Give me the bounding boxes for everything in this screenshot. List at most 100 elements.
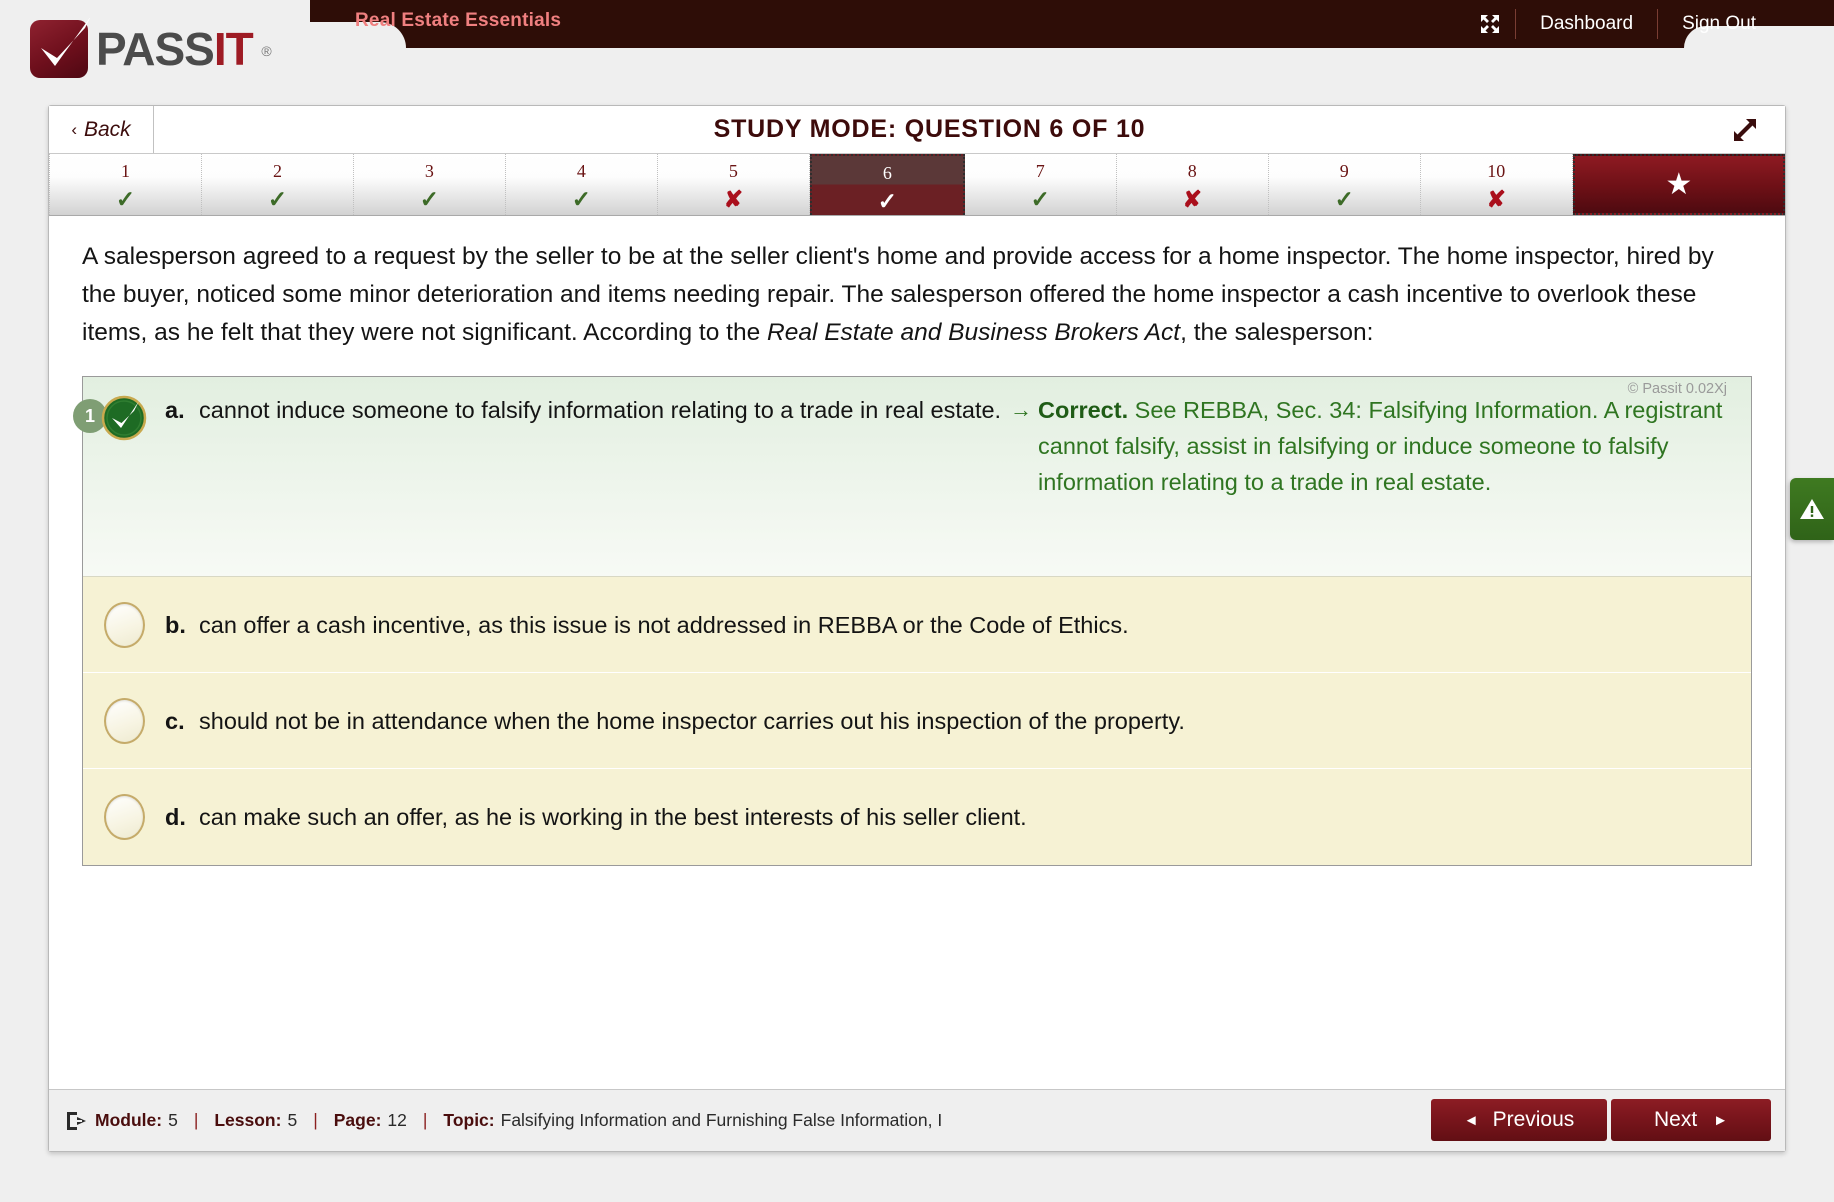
question-tab-5[interactable]: 5 ✘ <box>658 154 810 215</box>
passit-logo[interactable]: PASSIT® <box>30 20 253 78</box>
option-d-letter: d. <box>165 799 199 835</box>
previous-label: Previous <box>1493 1108 1575 1132</box>
panel-footer: Module: 5 | Lesson: 5 | Page: 12 | Topic… <box>49 1089 1785 1151</box>
tab-number: 9 <box>1340 159 1349 183</box>
dashboard-link[interactable]: Dashboard <box>1518 0 1655 48</box>
next-label: Next <box>1654 1108 1697 1132</box>
tab-number: 1 <box>121 159 130 183</box>
option-d-text: can make such an offer, as he is working… <box>199 799 1735 835</box>
question-tab-8[interactable]: 8 ✘ <box>1117 154 1269 215</box>
feedback-text: See REBBA, Sec. 34: Falsifying Informati… <box>1038 397 1722 495</box>
footer-separator-3: | <box>423 1110 428 1131</box>
topic-value: Falsifying Information and Furnishing Fa… <box>501 1110 943 1131</box>
page-label: Page: <box>334 1110 382 1131</box>
page-title: STUDY MODE: QUESTION 6 OF 10 <box>154 115 1705 144</box>
option-a-selected-correct-icon[interactable] <box>101 395 147 441</box>
previous-button[interactable]: ◄ Previous <box>1431 1099 1607 1141</box>
question-tab-10[interactable]: 10 ✘ <box>1421 154 1573 215</box>
footer-metadata: Module: 5 | Lesson: 5 | Page: 12 | Topic… <box>95 1110 942 1131</box>
next-button[interactable]: Next ► <box>1611 1099 1771 1141</box>
module-label: Module: <box>95 1110 162 1131</box>
logo-text-it: IT <box>214 23 253 75</box>
top-navigation-bar: Real Estate Essentials Dashboard Sign Ou… <box>0 0 1834 48</box>
question-tab-1[interactable]: 1 ✓ <box>49 154 202 215</box>
question-tab-9[interactable]: 9 ✓ <box>1269 154 1421 215</box>
tab-status-icon: ✓ <box>420 184 439 214</box>
logo-text-pass: PASS <box>96 23 214 75</box>
option-c-letter: c. <box>165 703 199 739</box>
answer-options-list: 1 <box>82 376 1752 866</box>
navigation-buttons: ◄ Previous Next ► <box>1431 1099 1771 1141</box>
feedback-body: Correct. See REBBA, Sec. 34: Falsifying … <box>1038 392 1727 500</box>
logo-registered-mark: ® <box>261 22 270 80</box>
tab-number: 8 <box>1188 159 1197 183</box>
study-panel: ‹ Back STUDY MODE: QUESTION 6 OF 10 1 ✓ … <box>48 105 1786 1152</box>
back-chevron-icon: ‹ <box>71 120 77 140</box>
question-text-italic: Real Estate and Business Brokers Act <box>767 319 1180 346</box>
correct-feedback: → Correct. See REBBA, Sec. 34: Falsifyin… <box>1010 392 1727 500</box>
answer-option-d[interactable]: d. can make such an offer, as he is work… <box>83 769 1751 865</box>
answer-option-c[interactable]: c. should not be in attendance when the … <box>83 673 1751 769</box>
answer-option-b[interactable]: b. can offer a cash incentive, as this i… <box>83 577 1751 673</box>
course-title: Real Estate Essentials <box>355 10 561 32</box>
option-c-line: c. should not be in attendance when the … <box>165 703 1735 739</box>
copyright-label: © Passit 0.02Xj <box>1628 371 1727 407</box>
question-tab-6[interactable]: 6 ✓ <box>810 154 965 215</box>
back-button[interactable]: ‹ Back <box>49 106 154 153</box>
option-d-radio[interactable] <box>104 794 145 840</box>
tab-status-icon: ✘ <box>1487 184 1506 214</box>
tab-status-icon: ✓ <box>572 184 591 214</box>
question-tab-2[interactable]: 2 ✓ <box>202 154 354 215</box>
option-b-text: can offer a cash incentive, as this issu… <box>199 607 1735 643</box>
option-c-radio-cell <box>83 698 165 744</box>
study-mode-page: Real Estate Essentials Dashboard Sign Ou… <box>0 0 1834 1202</box>
exit-icon[interactable] <box>65 1110 95 1132</box>
topnav-divider-1 <box>1515 9 1516 39</box>
option-b-line: b. can offer a cash incentive, as this i… <box>165 607 1735 643</box>
expand-arrows-icon[interactable] <box>1467 0 1513 48</box>
question-tab-7[interactable]: 7 ✓ <box>965 154 1117 215</box>
option-c-text: should not be in attendance when the hom… <box>199 703 1735 739</box>
option-a-text: cannot induce someone to falsify informa… <box>199 392 1010 428</box>
option-a-left: a. cannot induce someone to falsify info… <box>165 392 1010 500</box>
bookmark-star-button[interactable]: ★ <box>1573 154 1785 215</box>
option-c-radio[interactable] <box>104 698 145 744</box>
tab-status-icon: ✓ <box>1335 184 1354 214</box>
option-b-letter: b. <box>165 607 199 643</box>
topic-label: Topic: <box>443 1110 494 1131</box>
report-issue-tab[interactable] <box>1790 478 1834 540</box>
tab-status-icon: ✓ <box>116 184 135 214</box>
question-tab-3[interactable]: 3 ✓ <box>354 154 506 215</box>
tab-status-icon: ✓ <box>878 186 897 216</box>
option-b-radio[interactable] <box>104 602 145 648</box>
panel-header: ‹ Back STUDY MODE: QUESTION 6 OF 10 <box>49 106 1785 154</box>
tab-number: 2 <box>273 159 282 183</box>
expand-diagonal-icon[interactable] <box>1705 106 1785 153</box>
star-icon: ★ <box>1665 170 1692 200</box>
module-value: 5 <box>168 1110 178 1131</box>
tab-number: 4 <box>577 159 586 183</box>
tab-number: 3 <box>425 159 434 183</box>
sign-out-link[interactable]: Sign Out <box>1660 0 1778 48</box>
option-a-line: a. cannot induce someone to falsify info… <box>165 392 1735 500</box>
tab-status-icon: ✓ <box>1031 184 1050 214</box>
previous-arrow-icon: ◄ <box>1464 1112 1479 1129</box>
topnav-divider-2 <box>1657 9 1658 39</box>
lesson-label: Lesson: <box>214 1110 281 1131</box>
footer-separator-1: | <box>194 1110 199 1131</box>
next-arrow-icon: ► <box>1713 1112 1728 1129</box>
page-value: 12 <box>387 1110 406 1131</box>
feedback-arrow-icon: → <box>1010 392 1038 500</box>
logo-badge <box>30 20 88 78</box>
question-tab-4[interactable]: 4 ✓ <box>506 154 658 215</box>
option-c-content: c. should not be in attendance when the … <box>165 703 1751 739</box>
option-d-content: d. can make such an offer, as he is work… <box>165 799 1751 835</box>
answer-option-a[interactable]: 1 <box>83 377 1751 577</box>
question-body: A salesperson agreed to a request by the… <box>49 216 1785 866</box>
lesson-value: 5 <box>287 1110 297 1131</box>
question-text: A salesperson agreed to a request by the… <box>82 238 1752 352</box>
option-a-letter: a. <box>165 392 199 428</box>
tab-number: 7 <box>1036 159 1045 183</box>
option-b-radio-cell <box>83 602 165 648</box>
back-label: Back <box>84 118 131 142</box>
